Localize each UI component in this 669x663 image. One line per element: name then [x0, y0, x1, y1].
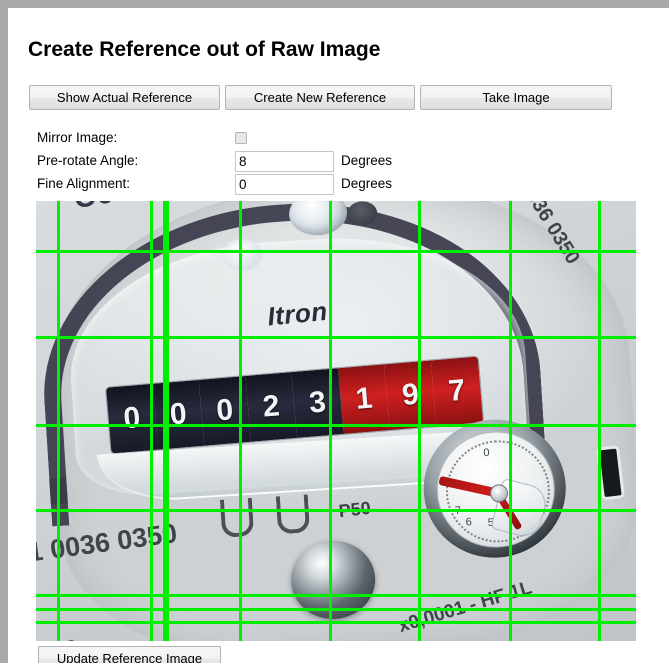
pre-rotate-angle-input[interactable]	[235, 151, 334, 172]
pre-rotate-angle-unit: Degrees	[341, 153, 393, 168]
meter-model-code: P50	[337, 497, 372, 522]
meter-digit: 1	[338, 363, 391, 434]
reference-image-preview[interactable]: C€ 01 0036 0350 FR - 7/000 Itron 0 0 0	[36, 201, 636, 641]
pre-rotate-angle-row: Pre-rotate Angle: Degrees	[29, 151, 429, 172]
toolbar: Show Actual Reference Create New Referen…	[29, 85, 612, 110]
mirror-image-label: Mirror Image:	[37, 130, 118, 145]
meter-digit: 2	[245, 371, 298, 442]
ce-mark-label: C€	[71, 201, 114, 216]
update-reference-image-button[interactable]: Update Reference Image	[38, 646, 221, 663]
meter-digit: 9	[384, 360, 437, 430]
meter-digit: 0	[106, 383, 159, 454]
pre-rotate-angle-label: Pre-rotate Angle:	[37, 153, 139, 168]
meter-digit: 0	[152, 379, 205, 450]
dial-number: 0	[482, 446, 490, 459]
mirror-image-control	[235, 128, 247, 149]
mirror-image-checkbox[interactable]	[235, 132, 247, 144]
mirror-image-row: Mirror Image:	[29, 128, 429, 149]
meter-arch-foot-left	[49, 477, 69, 505]
fine-alignment-unit: Degrees	[341, 176, 393, 191]
fine-alignment-control	[235, 174, 334, 195]
meter-digit: 0	[199, 375, 252, 446]
page-title: Create Reference out of Raw Image	[28, 38, 381, 61]
settings-form: Mirror Image: Pre-rotate Angle: Degrees …	[29, 128, 429, 197]
page-frame: Create Reference out of Raw Image Show A…	[0, 0, 669, 663]
app-window: Create Reference out of Raw Image Show A…	[0, 0, 669, 663]
take-image-button[interactable]: Take Image	[420, 85, 612, 110]
create-new-reference-button[interactable]: Create New Reference	[225, 85, 415, 110]
fine-alignment-label: Fine Alignment:	[37, 176, 131, 191]
meter-u-symbol-left	[220, 498, 255, 538]
meter-brand-label: Itron	[266, 295, 329, 332]
dial-face: 0 5 6 7	[433, 427, 559, 551]
fine-alignment-input[interactable]	[235, 174, 334, 195]
fine-alignment-row: Fine Alignment: Degrees	[29, 174, 429, 195]
meter-digit: 7	[431, 356, 484, 427]
dial-number: 6	[465, 515, 473, 529]
meter-u-symbol-right	[275, 494, 310, 535]
page-content: Create Reference out of Raw Image Show A…	[16, 16, 669, 663]
meter-digit: 3	[292, 367, 344, 438]
dial-number: 7	[454, 504, 462, 517]
pre-rotate-angle-control	[235, 151, 334, 172]
meter-photo: C€ 01 0036 0350 FR - 7/000 Itron 0 0 0	[36, 201, 636, 641]
meter-year-label: 2020	[36, 634, 81, 641]
show-actual-reference-button[interactable]: Show Actual Reference	[29, 85, 220, 110]
